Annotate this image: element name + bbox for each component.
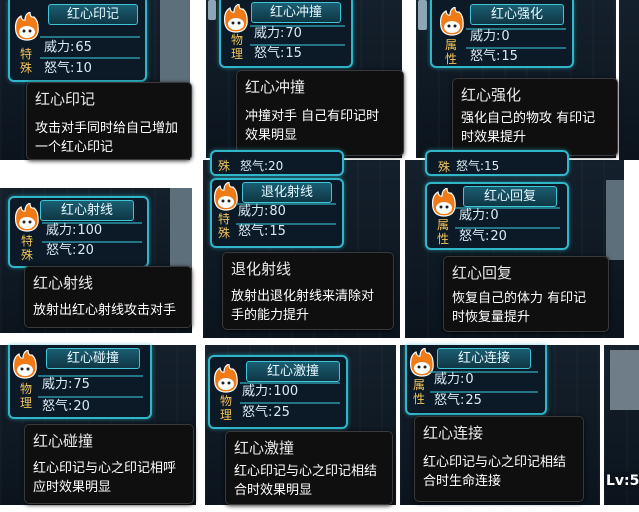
flame-mascot-icon xyxy=(14,203,39,232)
tooltip: 红心连接 红心印记与心之印记相结 合时生命连接 xyxy=(414,416,584,502)
rage-stat: 怒气:15 xyxy=(238,224,286,239)
tooltip-description: 放射出红心射线攻击对手 xyxy=(33,303,177,318)
tooltip-description: 恢复自己的体力 有印记 时恢复量提升 xyxy=(452,291,587,325)
power-stat: 威力:65 xyxy=(44,40,92,55)
tooltip-description: 红心印记与心之印记相结 合时效果明显 xyxy=(234,464,378,498)
power-stat: 威力:75 xyxy=(42,377,90,392)
skill-type-tag: 特殊 xyxy=(20,234,33,262)
divider xyxy=(240,402,340,404)
skill-type-tag: 属性 xyxy=(436,218,449,246)
skill-name: 红心回复 xyxy=(463,186,557,207)
tooltip-title: 红心射线 xyxy=(33,274,94,292)
skill-name: 红心印记 xyxy=(48,4,138,25)
skill-name: 退化射线 xyxy=(242,182,332,203)
tooltip-title: 红心印记 xyxy=(35,90,96,108)
tooltip: 退化射线 放射出退化射线来清除对 手的能力提升 xyxy=(222,252,394,330)
flame-mascot-icon xyxy=(213,182,238,211)
skill-type-tag: 物理 xyxy=(19,382,32,410)
skill-name: 红心强化 xyxy=(470,4,564,25)
rage-stat: 怒气:15 xyxy=(470,49,518,64)
power-stat: 威力:0 xyxy=(470,29,510,44)
rage-stat: 怒气:20 xyxy=(42,399,90,414)
tooltip-title: 红心激撞 xyxy=(234,439,295,457)
power-stat: 威力:70 xyxy=(254,26,302,41)
power-stat: 威力:100 xyxy=(46,223,103,238)
flame-mascot-icon xyxy=(431,188,456,217)
tooltip: 红心冲撞 冲撞对手 自己有印记时 效果明显 xyxy=(236,70,404,156)
rage-stat: 怒气:25 xyxy=(434,393,482,408)
skill-name: 红心激撞 xyxy=(246,361,340,382)
flame-mascot-icon xyxy=(409,348,434,377)
tooltip-description: 红心印记与心之印记相结 合时生命连接 xyxy=(423,455,567,489)
tooltip-description: 攻击对手同时给自己增加 一个红心印记 xyxy=(35,121,179,155)
rage-stat-partial: 怒气:15 xyxy=(456,159,500,173)
skill-name: 红心碰撞 xyxy=(46,348,140,369)
skill-type-tag-partial: 殊 xyxy=(217,159,230,173)
scrollbar-thumb[interactable] xyxy=(418,0,427,30)
corner-panel xyxy=(610,350,639,410)
tooltip: 红心印记 攻击对手同时给自己增加 一个红心印记 xyxy=(26,82,192,160)
level-badge: Lv:5 xyxy=(604,472,639,490)
skill-name: 红心连接 xyxy=(437,348,531,369)
rage-stat: 怒气:20 xyxy=(459,229,507,244)
scrollbar-thumb[interactable] xyxy=(208,0,216,20)
tile-right-top xyxy=(619,0,639,160)
flame-mascot-icon xyxy=(12,350,37,379)
rage-stat-partial: 怒气:20 xyxy=(240,159,284,173)
tooltip: 红心碰撞 红心印记与心之印记相呼 应时效果明显 xyxy=(24,424,194,504)
power-stat: 威力:100 xyxy=(242,384,299,399)
skill-type-tag: 特殊 xyxy=(19,47,32,75)
background-panel xyxy=(160,0,190,90)
flame-mascot-icon xyxy=(14,12,39,41)
rage-stat: 怒气:20 xyxy=(46,243,94,258)
rage-stat: 怒气:15 xyxy=(254,46,302,61)
divider xyxy=(38,396,143,398)
skill-type-tag: 物理 xyxy=(219,394,232,422)
skill-type-tag-partial: 殊 xyxy=(437,160,450,174)
power-stat: 威力:0 xyxy=(434,372,474,387)
tooltip: 红心激撞 红心印记与心之印记相结 合时效果明显 xyxy=(225,431,393,505)
tooltip-title: 红心冲撞 xyxy=(245,78,306,96)
skill-name: 红心冲撞 xyxy=(251,2,341,23)
tooltip: 红心回复 恢复自己的体力 有印记 时恢复量提升 xyxy=(443,256,609,332)
background-panel xyxy=(606,180,624,260)
skill-type-tag: 特殊 xyxy=(217,212,230,240)
tooltip-title: 红心强化 xyxy=(461,86,522,104)
power-stat: 威力:80 xyxy=(238,204,286,219)
tooltip-title: 红心连接 xyxy=(423,424,484,442)
tooltip-title: 红心碰撞 xyxy=(33,432,94,450)
divider xyxy=(40,36,140,38)
flame-mascot-icon xyxy=(439,7,464,36)
power-stat: 威力:0 xyxy=(459,208,499,223)
skill-name: 红心射线 xyxy=(40,200,134,221)
rage-stat: 怒气:10 xyxy=(44,61,92,76)
tooltip-description: 冲撞对手 自己有印记时 效果明显 xyxy=(245,109,380,143)
tooltip-description: 放射出退化射线来清除对 手的能力提升 xyxy=(231,289,375,323)
flame-mascot-icon xyxy=(223,4,248,33)
skill-type-tag: 物理 xyxy=(230,33,243,61)
tooltip-description: 强化自己的物攻 有印记 时效果提升 xyxy=(461,111,596,145)
tooltip-title: 红心回复 xyxy=(452,264,513,282)
skill-type-tag: 属性 xyxy=(412,378,425,406)
flame-mascot-icon xyxy=(213,364,238,393)
divider xyxy=(40,57,140,59)
tooltip-title: 退化射线 xyxy=(231,260,292,278)
background-panel xyxy=(170,188,192,268)
skill-type-tag: 属性 xyxy=(444,38,457,66)
rage-stat: 怒气:25 xyxy=(242,405,290,420)
tooltip-description: 红心印记与心之印记相呼 应时效果明显 xyxy=(33,461,177,495)
tooltip: 红心强化 强化自己的物攻 有印记 时效果提升 xyxy=(452,78,618,156)
tooltip: 红心射线 放射出红心射线攻击对手 xyxy=(24,266,192,328)
